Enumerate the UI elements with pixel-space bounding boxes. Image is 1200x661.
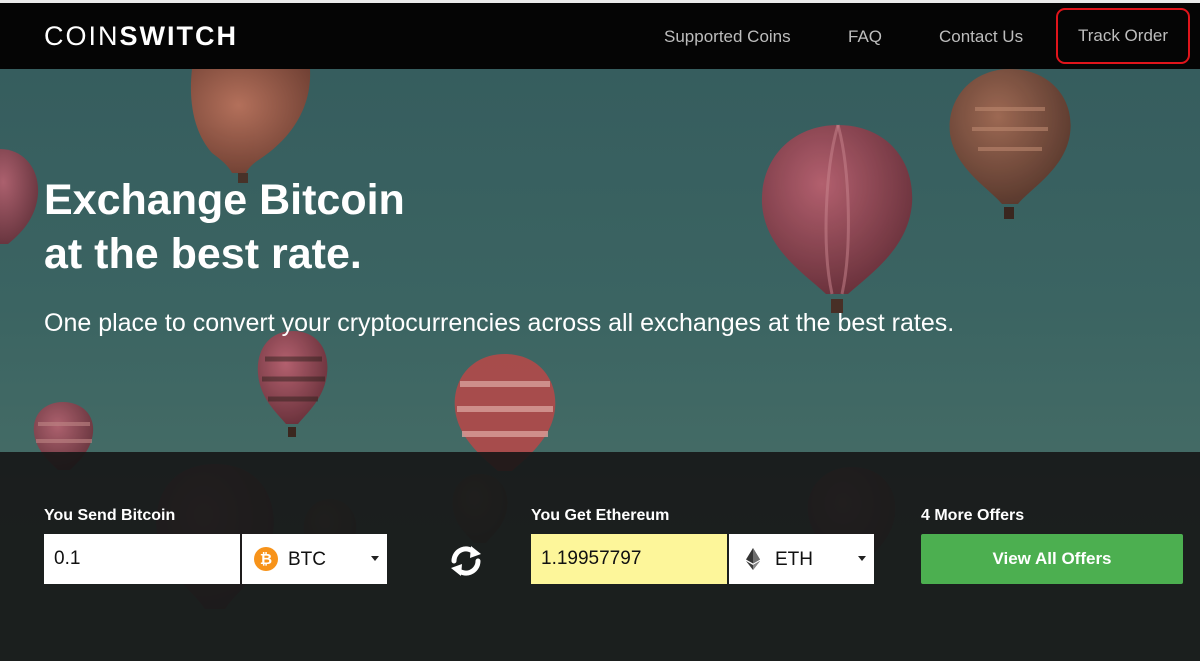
balloon-mid-left: [257, 331, 328, 437]
balloon-top-right: [949, 69, 1071, 219]
send-coin-select[interactable]: ₿ BTC: [242, 534, 387, 584]
get-label: You Get Ethereum: [531, 507, 670, 524]
hero-headline-line2: at the best rate.: [44, 230, 362, 278]
nav-supported-coins[interactable]: Supported Coins: [664, 27, 791, 47]
top-navbar: COINSWITCH Supported Coins FAQ Contact U…: [0, 3, 1200, 69]
hero-headline-line1: Exchange Bitcoin: [44, 176, 405, 224]
logo-text-light: COIN: [44, 21, 120, 51]
hero-subheadline: One place to convert your cryptocurrenci…: [44, 309, 955, 337]
chevron-down-icon: [371, 556, 379, 561]
balloon-center-right: [761, 124, 913, 313]
send-coin-code: BTC: [288, 549, 326, 570]
ethereum-icon: [746, 548, 760, 570]
send-label: You Send Bitcoin: [44, 507, 176, 524]
chevron-down-icon: [858, 556, 866, 561]
nav-track-order-highlighted[interactable]: Track Order: [1056, 8, 1190, 64]
balloon-top-left: [190, 69, 311, 183]
logo-text-bold: SWITCH: [119, 21, 238, 51]
get-coin-code: ETH: [775, 549, 813, 570]
bitcoin-icon: ₿: [254, 547, 278, 571]
balloon-left-edge: [0, 149, 39, 244]
swap-arrows-icon[interactable]: [446, 541, 486, 581]
send-amount-input[interactable]: [44, 534, 240, 584]
nav-contact-us[interactable]: Contact Us: [939, 27, 1023, 47]
exchange-panel: You Send Bitcoin ₿ BTC You Get Ethereum …: [0, 452, 1200, 661]
nav-track-order[interactable]: Track Order: [1078, 26, 1168, 46]
view-all-offers-button[interactable]: View All Offers: [921, 534, 1183, 584]
get-coin-select[interactable]: ETH: [729, 534, 874, 584]
get-amount-input[interactable]: [531, 534, 727, 584]
hero-headline: Exchange Bitcoin at the best rate.: [44, 173, 405, 281]
more-offers-label: 4 More Offers: [921, 507, 1025, 524]
svg-text:₿: ₿: [260, 551, 272, 568]
coinswitch-logo[interactable]: COINSWITCH: [44, 21, 238, 52]
nav-faq[interactable]: FAQ: [848, 27, 882, 47]
